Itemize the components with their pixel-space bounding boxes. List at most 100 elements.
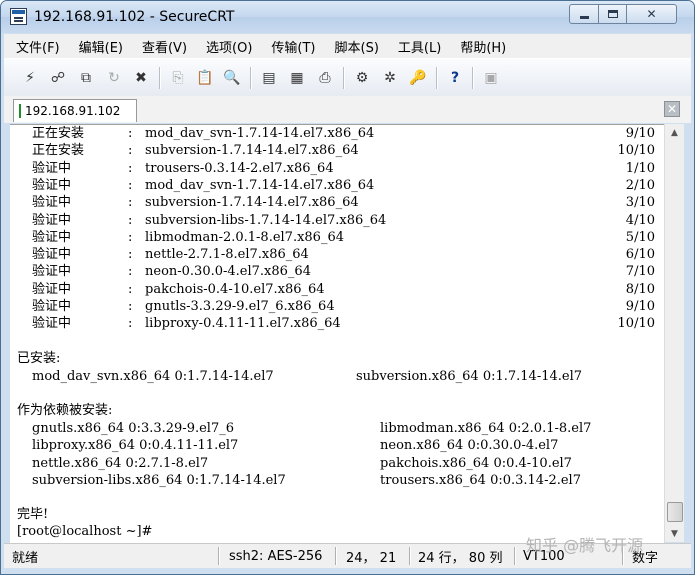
menu-file[interactable]: 文件(F) [4, 37, 67, 56]
progress-colon: : [128, 299, 133, 314]
toolbar-separator [159, 67, 161, 89]
progress-status: 验证中 [32, 160, 72, 176]
connect-button[interactable]: ⚡ [20, 68, 40, 88]
menu-view[interactable]: 查看(V) [130, 37, 194, 56]
about-button[interactable]: ▣ [481, 68, 501, 88]
connect-tab-icon: ⧉ [81, 70, 91, 86]
progress-count: 9/10 [625, 126, 655, 141]
disconnect-button[interactable]: ✖ [131, 68, 151, 88]
progress-status: 正在安装 [32, 126, 85, 141]
dependency-package: neon.x86_64 0:0.30.0-4.el7 [380, 438, 559, 453]
menu-help[interactable]: 帮助(H) [448, 37, 513, 56]
progress-package: subversion-libs-1.7.14-14.el7.x86_64 [145, 212, 387, 228]
progress-status: 验证中 [32, 299, 72, 314]
maximize-button[interactable] [599, 4, 627, 24]
progress-colon: : [128, 316, 133, 332]
progress-status: 验证中 [32, 264, 72, 280]
progress-status: 验证中 [32, 212, 72, 228]
copy-icon: ⎘ [172, 70, 184, 86]
menu-bar: 文件(F) 编辑(E) 查看(V) 选项(O) 传输(T) 脚本(S) 工具(L… [4, 34, 691, 58]
sftp-button[interactable]: ▤ [259, 68, 279, 88]
progress-status: 正在安装 [32, 143, 85, 159]
arrow-down-icon: ▼ [671, 528, 678, 539]
progress-status: 验证中 [32, 195, 72, 211]
menu-options[interactable]: 选项(O) [194, 37, 259, 56]
status-separator [335, 547, 337, 565]
copy-button[interactable]: ⎘ [168, 68, 188, 88]
dependency-package: nettle.x86_64 0:2.7.1-8.el7 [32, 456, 209, 471]
progress-count: 4/10 [625, 212, 655, 228]
title-bar[interactable]: 192.168.91.102 - SecureCRT ✕ [1, 1, 694, 33]
session-options-icon: ⚙ [355, 70, 369, 86]
session-tab[interactable]: 192.168.91.102 [13, 99, 137, 122]
dependency-package: pakchois.x86_64 0:0.4-10.el7 [380, 456, 572, 471]
status-ready: 就绪 [12, 550, 39, 566]
status-separator [218, 547, 220, 565]
installed-header: 已安装: [17, 351, 61, 366]
paste-button[interactable]: 📋 [195, 68, 215, 88]
help-button[interactable]: ? [445, 68, 465, 88]
about-icon: ▣ [484, 70, 498, 86]
connect-tab-button[interactable]: ⧉ [76, 68, 96, 88]
progress-package: subversion-1.7.14-14.el7.x86_64 [145, 143, 359, 159]
close-tab-button[interactable]: ✕ [664, 101, 680, 117]
dependency-package: gnutls.x86_64 0:3.3.29-9.el7_6 [32, 421, 234, 436]
shell-prompt: [root@localhost ~]# [17, 524, 153, 539]
progress-count: 3/10 [625, 195, 655, 211]
progress-package: libmodman-2.0.1-8.el7.x86_64 [145, 229, 344, 245]
toolbar-separator [472, 67, 474, 89]
find-icon: 🔍 [223, 70, 241, 86]
securecrt-window: 192.168.91.102 - SecureCRT ✕ 文件(F) 编辑(E)… [0, 0, 695, 575]
progress-count: 6/10 [625, 247, 655, 263]
menu-edit[interactable]: 编辑(E) [67, 37, 130, 56]
progress-status: 验证中 [32, 316, 72, 332]
dependency-package: subversion-libs.x86_64 0:1.7.14-14.el7 [32, 473, 286, 488]
toolbar-separator [436, 67, 438, 89]
minimize-icon [579, 16, 589, 19]
status-separator [514, 547, 516, 565]
progress-package: libproxy-0.4.11-11.el7.x86_64 [145, 316, 341, 332]
help-icon: ? [450, 70, 460, 86]
menu-transfer[interactable]: 传输(T) [259, 37, 322, 56]
print-icon: ⎙ [319, 70, 331, 86]
menu-tools[interactable]: 工具(L) [386, 37, 448, 56]
progress-count: 5/10 [625, 229, 655, 245]
progress-package: mod_dav_svn-1.7.14-14.el7.x86_64 [145, 177, 375, 193]
minimize-button[interactable] [569, 4, 599, 24]
reconnect-button[interactable]: ↻ [104, 68, 124, 88]
session-tab-label: 192.168.91.102 [25, 104, 121, 118]
find-button[interactable]: 🔍 [222, 68, 242, 88]
watermark: 知乎 @腾飞开源 [526, 536, 644, 555]
scroll-down-button[interactable]: ▼ [665, 525, 684, 542]
print-button[interactable]: ⎙ [315, 68, 335, 88]
progress-colon: : [128, 177, 133, 193]
installed-package: mod_dav_svn.x86_64 0:1.7.14-14.el7 [32, 369, 274, 384]
installed-package: subversion.x86_64 0:1.7.14-14.el7 [356, 369, 583, 384]
global-options-button[interactable]: ✲ [380, 68, 400, 88]
print-setup-button[interactable]: ▦ [287, 68, 307, 88]
status-cursor-position: 24， 21 [346, 550, 397, 566]
scroll-up-button[interactable]: ▲ [665, 124, 684, 141]
progress-package: neon-0.30.0-4.el7.x86_64 [145, 264, 311, 280]
menu-script[interactable]: 脚本(S) [323, 37, 386, 56]
quick-connect-icon: ☍ [50, 70, 66, 86]
progress-package: mod_dav_svn-1.7.14-14.el7.x86_64 [145, 126, 375, 141]
close-icon: ✕ [666, 102, 678, 116]
terminal-output[interactable]: 正在安装: mod_dav_svn-1.7.14-14.el7.x86_64 9/1… [10, 124, 664, 543]
session-options-button[interactable]: ⚙ [352, 68, 372, 88]
securecrt-app-icon[interactable] [10, 8, 27, 25]
close-button[interactable]: ✕ [627, 4, 677, 24]
keymap-button[interactable]: 🔑 [408, 68, 428, 88]
maximize-icon [607, 10, 618, 18]
progress-count: 2/10 [625, 177, 655, 193]
keymap-icon: 🔑 [409, 70, 427, 86]
arrow-up-icon: ▲ [671, 127, 678, 138]
toolbar: ⚡ ☍ ⧉ ↻ ✖ ⎘ 📋 🔍 ▤ ▦ ⎙ ⚙ ✲ 🔑 ? ▣ [4, 58, 691, 97]
progress-colon: : [128, 264, 133, 280]
terminal-scrollbar[interactable]: ▲ ▼ [664, 124, 684, 542]
scrollbar-thumb[interactable] [667, 502, 683, 522]
progress-count: 10/10 [617, 316, 655, 332]
quick-connect-button[interactable]: ☍ [48, 68, 68, 88]
status-separator [409, 547, 411, 565]
print-setup-icon: ▦ [290, 70, 304, 86]
